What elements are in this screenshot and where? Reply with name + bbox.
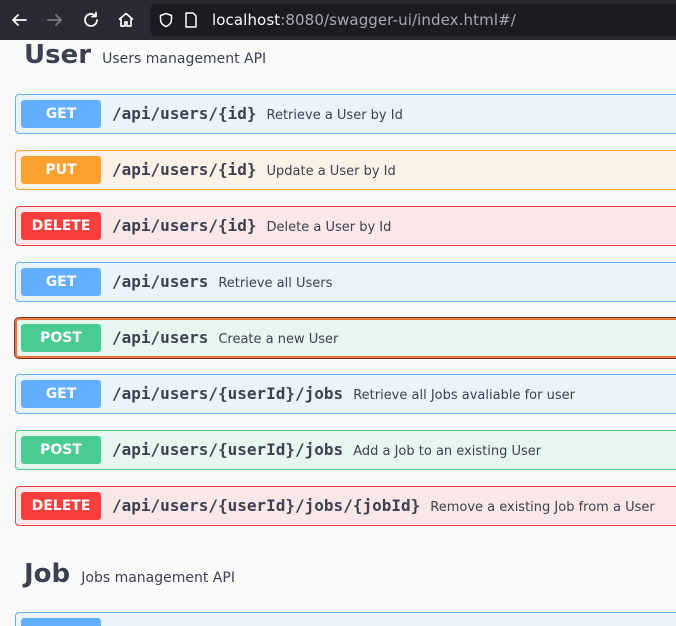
operation-summary: Retrieve all Jobs avaliable for user [353, 388, 575, 403]
operation-get-user-jobs[interactable]: GET /api/users/{userId}/jobs Retrieve all… [15, 374, 676, 414]
arrow-right-icon [47, 14, 62, 26]
page-icon[interactable] [184, 12, 198, 28]
operation-summary: Create a new User [218, 332, 339, 347]
method-badge: GET [21, 380, 101, 408]
operation-path: /api/users/{id} [112, 104, 257, 123]
shield-icon[interactable] [158, 12, 174, 28]
operation-get-user-by-id[interactable]: GET /api/users/{id} Retrieve a User by Id [15, 94, 676, 134]
operation-summary: Retrieve all Users [218, 276, 333, 291]
operation-path: /api/users/{userId}/jobs [112, 384, 344, 403]
operation-path: /api/users/{userId}/jobs [112, 440, 344, 459]
reload-button[interactable] [78, 7, 104, 33]
method-badge: POST [21, 324, 101, 352]
operation-path: /api/users/{id} [112, 216, 257, 235]
swagger-page: User Users management API GET /api/users… [0, 40, 676, 626]
operation-put-user-by-id[interactable]: PUT /api/users/{id} Update a User by Id [15, 150, 676, 190]
forward-button[interactable] [42, 7, 68, 33]
operation-get-users[interactable]: GET /api/users Retrieve all Users [15, 262, 676, 302]
operation-path: /api/users/{id} [112, 160, 257, 179]
section-description: Jobs management API [81, 570, 235, 586]
section-job-header[interactable]: Job Jobs management API [24, 559, 235, 589]
home-icon [118, 12, 134, 27]
operation-path: /api/users [112, 328, 209, 347]
section-description: Users management API [102, 51, 267, 67]
url-path: :8080/swagger-ui/index.html#/ [280, 11, 516, 29]
method-badge: DELETE [21, 212, 101, 240]
operation-delete-user-job[interactable]: DELETE /api/users/{userId}/jobs/{jobId} R… [15, 486, 676, 526]
home-button[interactable] [113, 7, 139, 33]
operation-post-users[interactable]: POST /api/users Create a new User [14, 317, 676, 359]
method-badge [21, 618, 101, 626]
operation-path: /api/users [112, 272, 209, 291]
section-title: Job [24, 559, 71, 589]
operation-summary: Remove a existing Job from a User [430, 500, 655, 515]
method-badge: POST [21, 436, 101, 464]
arrow-left-icon [12, 14, 27, 26]
section-user-header[interactable]: User Users management API [24, 40, 266, 70]
operation-summary: Update a User by Id [266, 164, 396, 179]
operation-summary: Retrieve a User by Id [266, 108, 403, 123]
operation-post-user-jobs[interactable]: POST /api/users/{userId}/jobs Add a Job t… [15, 430, 676, 470]
operation-summary: Add a Job to an existing User [353, 444, 542, 459]
operation-summary: Delete a User by Id [266, 220, 392, 235]
reload-icon [84, 11, 98, 27]
method-badge: GET [21, 268, 101, 296]
method-badge: PUT [21, 156, 101, 184]
url-text[interactable]: localhost:8080/swagger-ui/index.html#/ [212, 11, 516, 29]
method-badge: GET [21, 100, 101, 128]
url-bar[interactable]: localhost:8080/swagger-ui/index.html#/ [150, 4, 676, 36]
operation-job-partial[interactable] [15, 612, 676, 626]
back-button[interactable] [6, 7, 32, 33]
operation-path: /api/users/{userId}/jobs/{jobId} [112, 496, 421, 515]
section-title: User [24, 40, 92, 70]
operation-delete-user-by-id[interactable]: DELETE /api/users/{id} Delete a User by I… [15, 206, 676, 246]
url-host: localhost [212, 11, 281, 29]
browser-toolbar: localhost:8080/swagger-ui/index.html#/ [0, 0, 676, 40]
method-badge: DELETE [21, 492, 101, 520]
